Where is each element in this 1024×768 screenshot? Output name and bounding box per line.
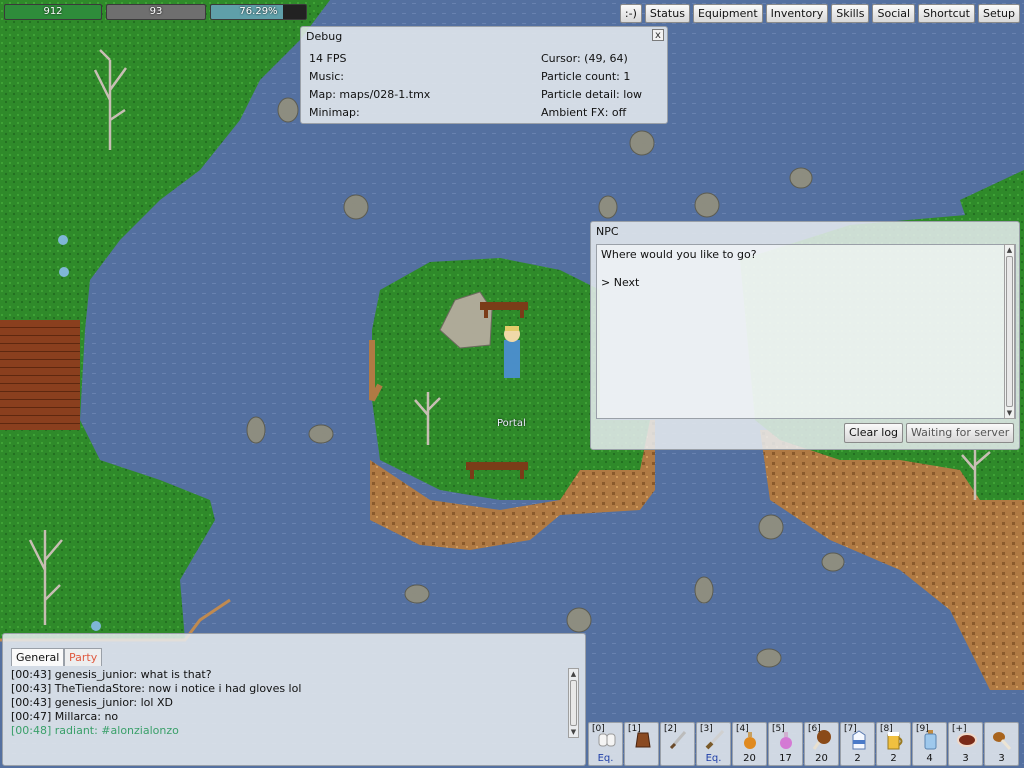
- leather-gloves-icon: [635, 732, 651, 748]
- chat-scroll-thumb[interactable]: [570, 680, 577, 726]
- npc-question-text: Where would you like to go?: [601, 248, 757, 261]
- npc-scroll-thumb[interactable]: [1006, 256, 1013, 407]
- player-character: [504, 326, 520, 378]
- hotbar-slot[interactable]: [5] 17: [768, 722, 803, 766]
- npc-dialog-log: Where would you like to go? > Next: [596, 244, 1016, 419]
- hotbar-slot[interactable]: [1]: [624, 722, 659, 766]
- item-shortcut-bar: [0] Eq. [1] [2] [3] Eq. [4] 20 [5] 17 [6] 20 [7] 2 [8]…: [588, 722, 1022, 766]
- waiting-for-server-button[interactable]: Waiting for server: [906, 423, 1015, 443]
- steak-icon: [957, 733, 977, 747]
- drumstick-icon: [993, 732, 1012, 750]
- hotbar-slot[interactable]: [3] Eq.: [696, 722, 731, 766]
- skills-button[interactable]: Skills: [831, 4, 870, 23]
- wooden-bridge: [0, 320, 80, 430]
- mp-value: 93: [149, 6, 163, 17]
- hotbar-slot[interactable]: [7] 2: [840, 722, 875, 766]
- debug-window-title: Debug: [306, 30, 343, 43]
- particle-count-readout: Particle count: 1: [541, 70, 631, 83]
- xp-bar: 76.29%: [210, 4, 307, 20]
- debug-close-icon[interactable]: x: [652, 29, 664, 41]
- hotbar-slot[interactable]: [6] 20: [804, 722, 839, 766]
- ambient-fx-readout: Ambient FX: off: [541, 106, 627, 119]
- scroll-up-arrow-icon[interactable]: ▲: [1005, 245, 1014, 255]
- hotbar-slot-quantity: 3: [962, 753, 969, 764]
- chat-line: [00:47] Millarca: no: [11, 710, 119, 723]
- chat-line: [00:43] TheTiendaStore: now i notice i h…: [11, 682, 302, 695]
- chat-scroll-up-arrow-icon[interactable]: ▲: [569, 669, 578, 679]
- water-bottle-icon: [924, 730, 937, 750]
- npc-window-title: NPC: [596, 225, 619, 238]
- debug-window[interactable]: Debug x 14 FPS Music: Map: maps/028-1.tm…: [300, 26, 668, 124]
- map-readout: Map: maps/028-1.tmx: [309, 88, 431, 101]
- shortcut-button[interactable]: Shortcut: [918, 4, 975, 23]
- hotbar-slot-quantity: Eq.: [597, 753, 614, 764]
- hotbar-slot-quantity: 17: [779, 753, 792, 764]
- hotbar-slot[interactable]: [8] 2: [876, 722, 911, 766]
- hotbar-slot-quantity: 20: [743, 753, 756, 764]
- hotbar-slot-quantity: 3: [998, 753, 1005, 764]
- hotbar-slot[interactable]: 3: [984, 722, 1019, 766]
- hotbar-slot[interactable]: [4] 20: [732, 722, 767, 766]
- beer-mug-icon: [887, 732, 903, 750]
- hp-value: 912: [43, 6, 63, 17]
- hotbar-slot-quantity: 2: [854, 753, 861, 764]
- npc-option-next[interactable]: > Next: [601, 276, 1011, 290]
- orange-potion-icon: [744, 732, 756, 749]
- chat-scroll-down-arrow-icon[interactable]: ▼: [569, 727, 578, 737]
- fps-readout: 14 FPS: [309, 52, 347, 65]
- hotbar-slot-quantity: 20: [815, 753, 828, 764]
- hotbar-slot-quantity: 4: [926, 753, 933, 764]
- status-button[interactable]: Status: [644, 4, 690, 23]
- hotbar-slot-quantity: Eq.: [705, 753, 722, 764]
- chat-line: [00:48] radiant: #alonzialonzo: [11, 724, 179, 737]
- roast-chicken-icon: [812, 730, 831, 750]
- chat-scrollbar[interactable]: ▲ ▼: [568, 668, 579, 738]
- inventory-button[interactable]: Inventory: [765, 4, 829, 23]
- cursor-readout: Cursor: (49, 64): [541, 52, 628, 65]
- social-button[interactable]: Social: [872, 4, 916, 23]
- npc-log-scrollbar[interactable]: ▲ ▼: [1004, 244, 1015, 419]
- minimap-readout: Minimap:: [309, 106, 360, 119]
- hotbar-slot[interactable]: [0] Eq.: [588, 722, 623, 766]
- smiley-button[interactable]: :-): [619, 4, 642, 23]
- xp-value: 76.29%: [239, 6, 278, 17]
- npc-dialog-window[interactable]: NPC Where would you like to go? > Next ▲…: [590, 221, 1020, 450]
- portal-npc-label[interactable]: Portal: [497, 418, 526, 429]
- clear-log-button[interactable]: Clear log: [844, 423, 904, 443]
- chat-log: [00:43] genesis_junior: what is that? [00…: [11, 668, 567, 738]
- milk-carton-icon: [852, 730, 866, 750]
- chat-line: [00:43] genesis_junior: what is that?: [11, 668, 212, 681]
- tab-general[interactable]: General: [11, 648, 65, 666]
- mp-bar: 93: [106, 4, 206, 20]
- scroll-down-arrow-icon[interactable]: ▼: [1005, 408, 1014, 418]
- hotbar-slot-quantity: 2: [890, 753, 897, 764]
- hotbar-slot[interactable]: [2]: [660, 722, 695, 766]
- chat-line: [00:43] genesis_junior: lol XD: [11, 696, 173, 709]
- gloves-icon: [598, 733, 616, 747]
- tab-party[interactable]: Party: [64, 648, 103, 666]
- chat-window[interactable]: General Party [00:43] genesis_junior: wh…: [2, 633, 586, 766]
- hp-bar: 912: [4, 4, 102, 20]
- music-readout: Music:: [309, 70, 345, 83]
- equipment-button[interactable]: Equipment: [692, 4, 763, 23]
- dagger-icon: [669, 731, 687, 750]
- pink-potion-icon: [780, 732, 792, 749]
- hotbar-slot[interactable]: [9] 4: [912, 722, 947, 766]
- main-menu: :-) Status Equipment Inventory Skills So…: [619, 4, 1020, 23]
- setup-button[interactable]: Setup: [977, 4, 1020, 23]
- sword-icon: [705, 729, 725, 750]
- particle-detail-readout: Particle detail: low: [541, 88, 643, 101]
- hotbar-slot[interactable]: [+] 3: [948, 722, 983, 766]
